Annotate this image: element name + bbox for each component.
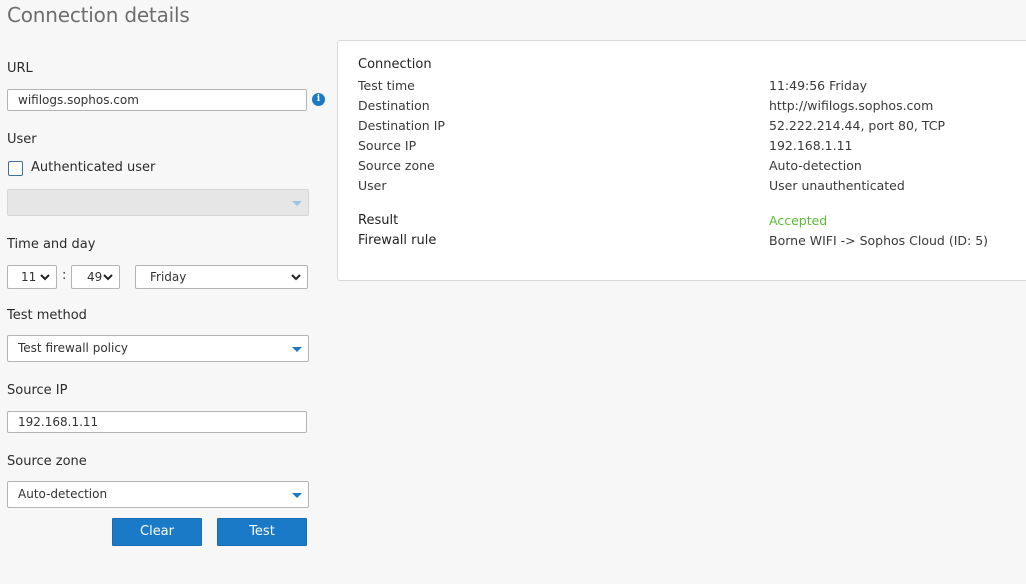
test-button[interactable]: Test [217, 518, 307, 546]
hour-select[interactable]: 11 [7, 265, 57, 289]
day-value: Friday [150, 270, 187, 284]
firewall-rule-value: Borne WIFI -> Sophos Cloud (ID: 5) [769, 233, 989, 248]
url-label: URL [7, 61, 33, 76]
results-panel: Connection Test time 11:49:56 Friday Des… [337, 40, 1026, 281]
caret-down-icon [292, 200, 302, 206]
chevron-down-icon [291, 274, 301, 281]
source-ip-label: Source IP [7, 383, 68, 398]
caret-down-icon [292, 346, 302, 352]
time-separator: : [62, 268, 67, 283]
result-key: Destination [358, 98, 430, 113]
source-ip-input[interactable]: 192.168.1.11 [7, 411, 307, 433]
user-select [7, 189, 309, 216]
minute-value: 49 [87, 270, 103, 284]
result-value: Auto-detection [769, 158, 862, 173]
test-method-value: Test firewall policy [18, 341, 129, 355]
page-title: Connection details [7, 3, 190, 27]
url-input[interactable]: wifilogs.sophos.com [7, 89, 307, 111]
result-value: 192.168.1.11 [769, 138, 853, 153]
result-key: Source zone [358, 158, 435, 173]
caret-down-icon [292, 492, 302, 498]
authenticated-user-checkbox[interactable] [8, 161, 23, 176]
firewall-rule-label: Firewall rule [358, 233, 437, 248]
chevron-down-icon [40, 274, 50, 281]
result-key: Source IP [358, 138, 417, 153]
clear-button[interactable]: Clear [112, 518, 202, 546]
hour-value: 11 [21, 270, 37, 284]
result-key: Destination IP [358, 118, 445, 133]
result-value: User unauthenticated [769, 178, 905, 193]
result-key: User [358, 178, 387, 193]
source-zone-label: Source zone [7, 454, 87, 469]
source-zone-select[interactable]: Auto-detection [7, 481, 309, 508]
result-value: 11:49:56 Friday [769, 78, 867, 93]
result-label: Result [358, 213, 399, 228]
info-icon[interactable]: i [312, 93, 325, 106]
time-and-day-label: Time and day [7, 237, 96, 252]
result-key: Test time [358, 78, 415, 93]
user-label: User [7, 132, 37, 147]
result-value: 52.222.214.44, port 80, TCP [769, 118, 946, 133]
minute-select[interactable]: 49 [71, 265, 120, 289]
authenticated-user-label[interactable]: Authenticated user [31, 160, 155, 175]
chevron-down-icon [103, 274, 113, 281]
source-zone-value: Auto-detection [18, 487, 108, 501]
connection-heading: Connection [358, 57, 432, 72]
result-status: Accepted [769, 213, 828, 228]
result-value: http://wifilogs.sophos.com [769, 98, 934, 113]
test-method-select[interactable]: Test firewall policy [7, 335, 309, 362]
test-method-label: Test method [7, 308, 87, 323]
day-select[interactable]: Friday [135, 265, 308, 289]
